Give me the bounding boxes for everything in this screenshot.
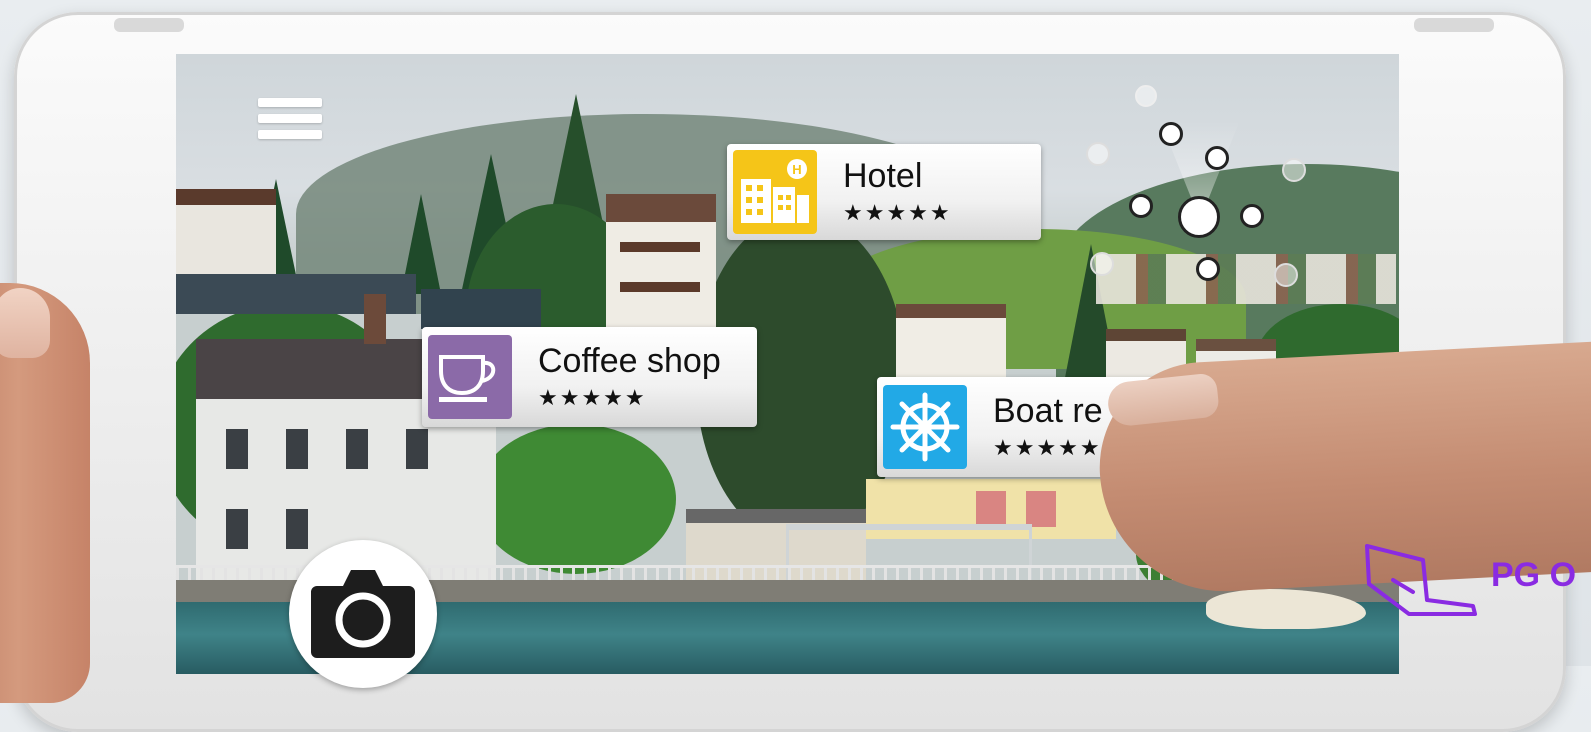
- radar-dot: [1205, 146, 1229, 170]
- poi-name: Coffee shop: [538, 342, 721, 381]
- radar-dot: [1086, 142, 1110, 166]
- radar-dot: [1090, 252, 1114, 276]
- volume-button: [114, 18, 184, 32]
- hotel-buildings-icon: H: [733, 150, 817, 234]
- poi-name: Hotel: [843, 157, 923, 196]
- radar-center: [1178, 196, 1220, 238]
- ar-label-coffee-shop[interactable]: Coffee shop ★★★★★: [422, 327, 757, 427]
- poi-name: Boat re: [993, 392, 1103, 431]
- hamburger-menu-icon[interactable]: [258, 98, 322, 146]
- coffee-cup-icon: [428, 335, 512, 419]
- radar-dot: [1196, 257, 1220, 281]
- house: [176, 189, 276, 275]
- rating-stars: ★★★★★: [993, 434, 1102, 460]
- svg-text:H: H: [792, 162, 801, 177]
- chimney: [364, 294, 386, 344]
- ar-label-hotel[interactable]: H Hotel ★★★★★: [727, 144, 1041, 240]
- radar-icon[interactable]: [1080, 80, 1310, 300]
- rating-stars: ★★★★★: [843, 199, 952, 225]
- thumbnail: [0, 288, 50, 358]
- power-button: [1414, 18, 1494, 32]
- radar-dot: [1129, 194, 1153, 218]
- house: [896, 304, 1006, 388]
- foliage: [476, 424, 676, 574]
- radar-dot: [1282, 158, 1306, 182]
- radar-dot: [1135, 85, 1157, 107]
- rating-stars: ★★★★★: [538, 384, 647, 410]
- radar-dot: [1159, 122, 1183, 146]
- radar-dot: [1274, 263, 1298, 287]
- logo-text: PG O: [1491, 556, 1577, 594]
- radar-dot: [1240, 204, 1264, 228]
- ship-wheel-icon: [883, 385, 967, 469]
- building: [421, 289, 541, 329]
